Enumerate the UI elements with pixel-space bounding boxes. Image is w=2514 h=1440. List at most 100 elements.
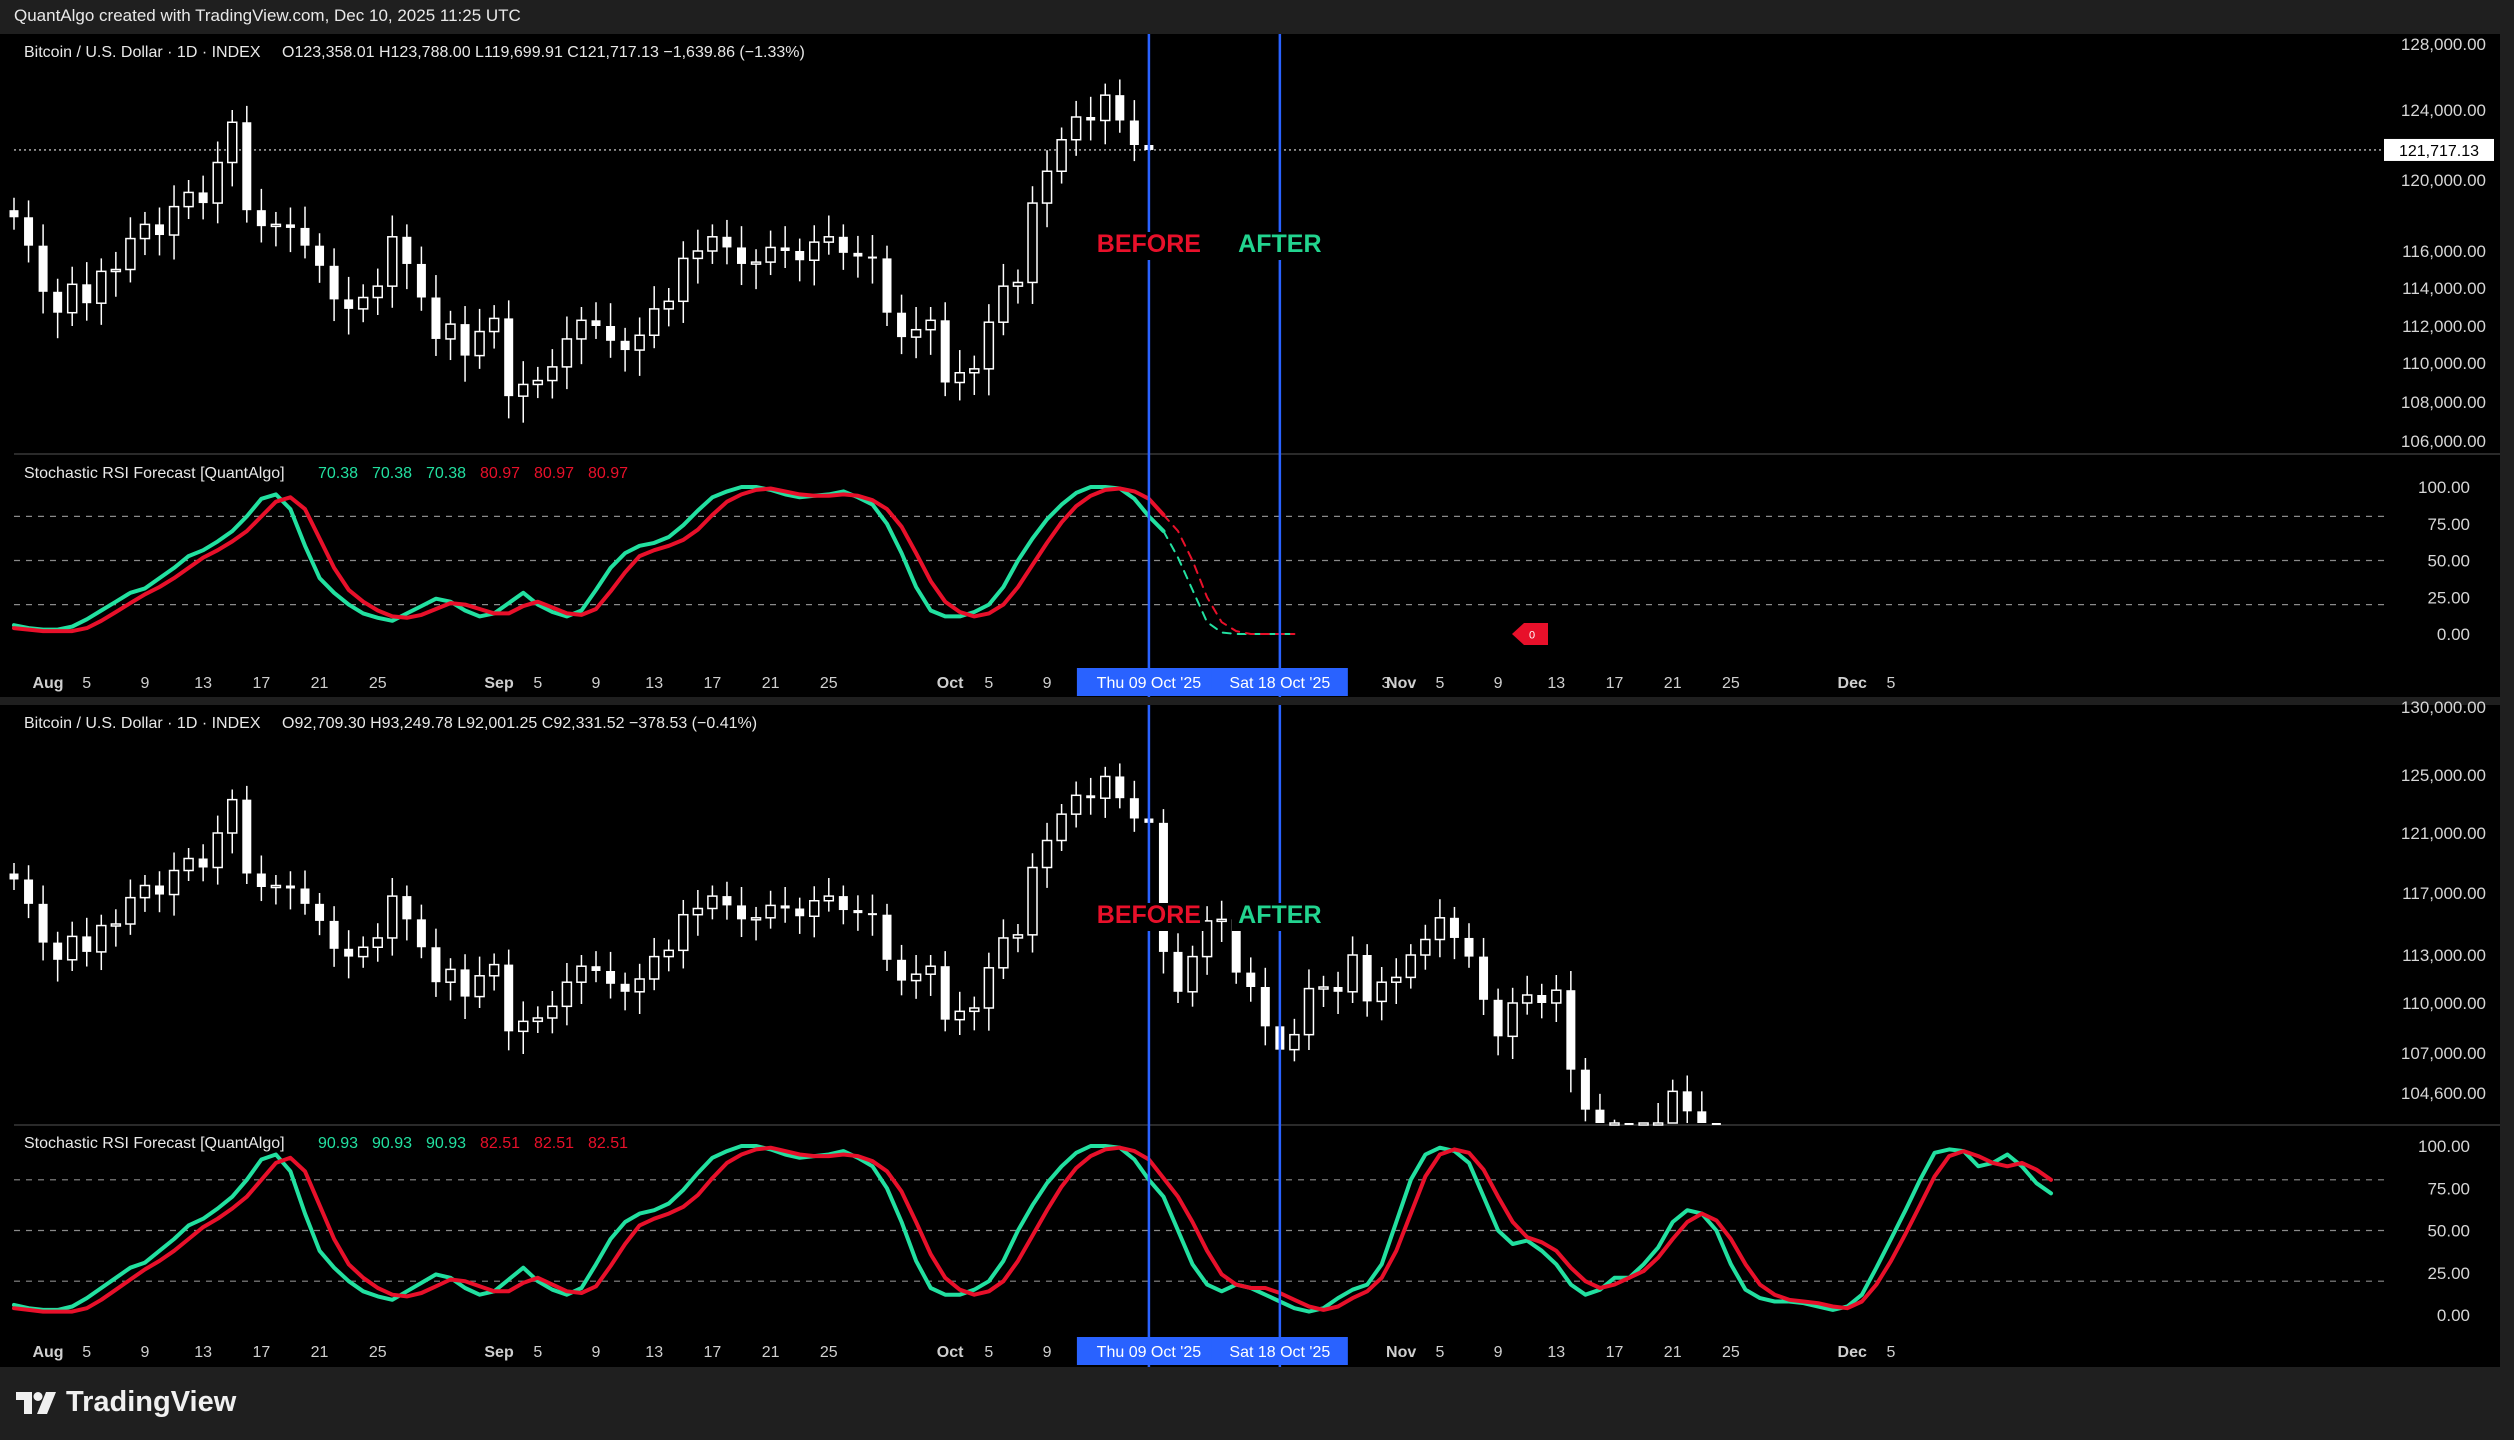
candle-body-up	[561, 981, 573, 1008]
candle-body-up	[1405, 954, 1417, 979]
bottom-price-title: Bitcoin / U.S. Dollar · 1D · INDEX	[24, 715, 261, 732]
bottom-price-tick: 117,000.00	[2402, 884, 2486, 903]
bottom-x-tick: 5	[533, 1344, 542, 1361]
candle-body-down	[300, 888, 310, 904]
bottom-x-tick: Sep	[484, 1344, 514, 1361]
candle-body-down	[431, 297, 441, 339]
candle-body-up	[66, 935, 78, 961]
top-x-tick: 5	[533, 675, 542, 692]
top-x-tick: 25	[1722, 675, 1740, 692]
candle-body-up	[372, 285, 383, 299]
candle-body-up	[1041, 839, 1053, 869]
candle-body-down	[940, 966, 950, 1020]
candle-body-down	[242, 122, 252, 211]
candle-body-up	[445, 968, 456, 983]
bottom-price-tick: 107,000.00	[2401, 1044, 2486, 1063]
top-price-tick: 106,000.00	[2401, 432, 2486, 451]
bottom-date-chip-before-text: Thu 09 Oct '25	[1097, 1344, 1202, 1361]
candle-body-up	[954, 372, 965, 384]
candle-body-down	[1697, 1111, 1707, 1123]
candle-body-up	[1347, 954, 1358, 993]
candle-body-up	[227, 798, 238, 834]
top-price-tick: 108,000.00	[2401, 393, 2486, 412]
candle-body-up	[1434, 917, 1446, 941]
candle-body-down	[504, 964, 514, 1032]
top-x-tick: 3	[1382, 675, 1391, 692]
bottom-x-tick: 21	[311, 1344, 329, 1361]
top-chart-pane	[0, 34, 2500, 697]
candle-body-up	[1056, 139, 1067, 172]
candle-body-down	[1624, 1123, 1634, 1125]
top-price-tick: 128,000.00	[2401, 35, 2486, 54]
bottom-osc-value: 82.51	[534, 1135, 574, 1152]
candle-body-up	[663, 949, 674, 958]
candle-body-up	[474, 330, 485, 357]
top-x-tick: 21	[311, 675, 329, 692]
candle-body-down	[315, 903, 325, 921]
candle-body-up	[1289, 1033, 1300, 1051]
candle-body-down	[329, 265, 339, 300]
chart-svg: 0 BEFORE AFTER BEFORE AFTER Aug 5 9 13 17 21 25 Sep 5…	[0, 34, 2500, 1367]
candle-body-down	[1158, 822, 1168, 952]
bottom-x-tick: Oct	[937, 1344, 964, 1361]
top-price-title: Bitcoin / U.S. Dollar · 1D · INDEX	[24, 44, 261, 61]
candle-body-up	[183, 857, 194, 872]
candle-body-up	[707, 236, 718, 252]
candle-body-up	[547, 366, 558, 382]
bottom-x-tick: 9	[140, 1344, 149, 1361]
candle-body-up	[1318, 986, 1329, 990]
candle-body-down	[1115, 776, 1125, 799]
candle-body-up	[1652, 1122, 1664, 1126]
candle-body-up	[474, 975, 485, 998]
candle-body-up	[518, 383, 529, 397]
candle-body-up	[547, 1005, 558, 1019]
candle-body-down	[940, 320, 950, 383]
bottom-x-tick: Aug	[32, 1344, 63, 1361]
candle-body-up	[1303, 987, 1315, 1036]
candle-body-down	[1173, 951, 1183, 992]
bottom-osc-value: 82.51	[480, 1135, 520, 1152]
candle-body-down	[53, 942, 63, 960]
candle-body-down	[198, 858, 208, 868]
top-x-tick: 21	[762, 675, 780, 692]
candle-body-down	[285, 224, 295, 228]
bottom-price-tick: 104,600.00	[2401, 1084, 2486, 1103]
candle-body-up	[663, 300, 674, 310]
candle-body-up	[96, 270, 107, 304]
top-x-tick: Oct	[937, 675, 964, 692]
candle-body-up	[1638, 1122, 1649, 1126]
bottom-after-label: AFTER	[1238, 901, 1321, 929]
candle-body-down	[780, 905, 790, 909]
candle-body-up	[1100, 775, 1111, 799]
tradingview-logo[interactable]: TradingView	[16, 1386, 236, 1419]
top-osc-value: 70.38	[318, 465, 358, 482]
top-x-tick: 21	[1664, 675, 1682, 692]
candle-body-down	[737, 905, 746, 920]
candle-body-up	[1667, 1090, 1678, 1124]
candle-body-up	[1521, 994, 1533, 1004]
candle-body-down	[853, 252, 863, 257]
candle-body-up	[983, 321, 995, 370]
candle-body-down	[722, 896, 732, 906]
candle-body-up	[969, 368, 980, 374]
top-x-tick: 5	[984, 675, 993, 692]
candle-body-up	[1187, 955, 1198, 993]
candle-body-down	[460, 969, 470, 997]
candle-body-up	[532, 379, 544, 386]
top-osc-title: Stochastic RSI Forecast [QuantAlgo]	[24, 465, 285, 482]
bottom-osc-title: Stochastic RSI Forecast [QuantAlgo]	[24, 1135, 285, 1152]
candle-body-down	[591, 320, 601, 326]
bottom-price-tick: 130,000.00	[2401, 698, 2486, 717]
bottom-osc-tick: 75.00	[2427, 1179, 2470, 1198]
candle-body-down	[1260, 987, 1270, 1027]
candle-body-up	[1100, 94, 1111, 122]
candle-body-up	[110, 268, 122, 273]
candle-body-down	[897, 312, 907, 338]
candle-body-down	[853, 910, 863, 914]
candle-body-down	[416, 263, 426, 298]
candle-body-up	[648, 955, 660, 980]
candle-body-down	[606, 326, 616, 341]
bottom-x-tick: 9	[1494, 1344, 1503, 1361]
candle-body-down	[431, 947, 441, 983]
candle-body-up	[1070, 794, 1082, 815]
